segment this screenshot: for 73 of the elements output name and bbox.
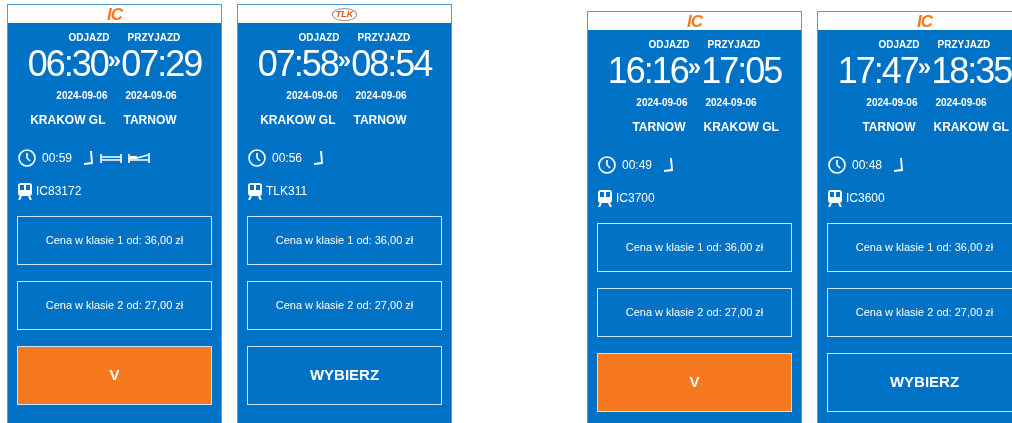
arrival-date: 2024-09-06 [705, 96, 758, 110]
price-option[interactable]: Cena w klasie 2 od: 27,00 zł [597, 288, 792, 337]
arrow-separator: » [107, 48, 122, 72]
travel-duration: 00:49 [622, 157, 653, 174]
departure-date: 2024-09-06 [55, 89, 108, 103]
origin-station: TARNOW [631, 119, 686, 136]
select-button[interactable]: WYBIERZ [827, 353, 1012, 412]
seat-icon [662, 157, 675, 173]
arrow-separator: » [687, 55, 702, 79]
ic-logo: IC [687, 12, 702, 30]
arrival-date: 2024-09-06 [355, 89, 408, 103]
origin-station: KRAKOW GL [29, 112, 106, 129]
train-icon [598, 189, 612, 207]
seat-icon [892, 157, 905, 173]
travel-duration: 00:59 [42, 150, 73, 167]
arrival-date: 2024-09-06 [935, 96, 988, 110]
departure-date: 2024-09-06 [285, 89, 338, 103]
arrival-label: PRZYJAZD [937, 38, 992, 52]
train-icon [18, 182, 32, 200]
train-icon [828, 189, 842, 207]
train-number: IC3600 [846, 190, 885, 207]
departure-date: 2024-09-06 [635, 96, 688, 110]
departure-time: 16:16 [607, 53, 688, 89]
clock-icon [18, 149, 36, 167]
arrival-label: PRZYJAZD [127, 31, 182, 45]
departure-label: ODJAZD [877, 38, 920, 52]
seat-icon [82, 150, 95, 166]
sleeper-bed-icon [128, 152, 151, 164]
arrival-label: PRZYJAZD [357, 31, 412, 45]
destination-station: KRAKOW GL [703, 119, 780, 136]
price-option[interactable]: Cena w klasie 1 od: 36,00 zł [247, 216, 442, 265]
arrival-time: 07:29 [121, 46, 202, 82]
departure-label: ODJAZD [67, 31, 110, 45]
origin-station: TARNOW [861, 119, 916, 136]
departure-label: ODJAZD [297, 31, 340, 45]
departure-time: 17:47 [837, 53, 918, 89]
clock-icon [248, 149, 266, 167]
destination-station: TARNOW [353, 112, 408, 129]
destination-station: KRAKOW GL [933, 119, 1010, 136]
bed-icon [100, 152, 123, 164]
train-number: IC83172 [36, 183, 82, 200]
departure-time: 07:58 [257, 46, 338, 82]
travel-duration: 00:48 [852, 157, 883, 174]
train-number: IC3700 [616, 190, 655, 207]
clock-icon [598, 156, 616, 174]
price-option[interactable]: Cena w klasie 2 od: 27,00 zł [247, 281, 442, 330]
arrival-time: 17:05 [701, 53, 782, 89]
arrival-date: 2024-09-06 [125, 89, 178, 103]
train-number: TLK311 [266, 183, 308, 200]
train-icon [248, 182, 262, 200]
price-option[interactable]: Cena w klasie 1 od: 36,00 zł [17, 216, 212, 265]
ic-logo: IC [107, 5, 122, 23]
travel-duration: 00:56 [272, 150, 303, 167]
departure-date: 2024-09-06 [865, 96, 918, 110]
origin-station: KRAKOW GL [259, 112, 336, 129]
arrival-time: 08:54 [351, 46, 432, 82]
price-option[interactable]: Cena w klasie 2 od: 27,00 zł [827, 288, 1012, 337]
price-option[interactable]: Cena w klasie 1 od: 36,00 zł [827, 223, 1012, 272]
arrow-separator: » [337, 48, 352, 72]
select-button[interactable]: V [17, 346, 212, 405]
arrival-time: 18:35 [931, 53, 1012, 89]
arrow-separator: » [917, 55, 932, 79]
clock-icon [828, 156, 846, 174]
price-option[interactable]: Cena w klasie 1 od: 36,00 zł [597, 223, 792, 272]
departure-label: ODJAZD [647, 38, 690, 52]
ic-logo: IC [917, 12, 932, 30]
arrival-label: PRZYJAZD [707, 38, 762, 52]
destination-station: TARNOW [123, 112, 178, 129]
price-option[interactable]: Cena w klasie 2 od: 27,00 zł [17, 281, 212, 330]
select-button[interactable]: V [597, 353, 792, 412]
seat-icon [312, 150, 325, 166]
select-button[interactable]: WYBIERZ [247, 346, 442, 405]
departure-time: 06:30 [27, 46, 108, 82]
